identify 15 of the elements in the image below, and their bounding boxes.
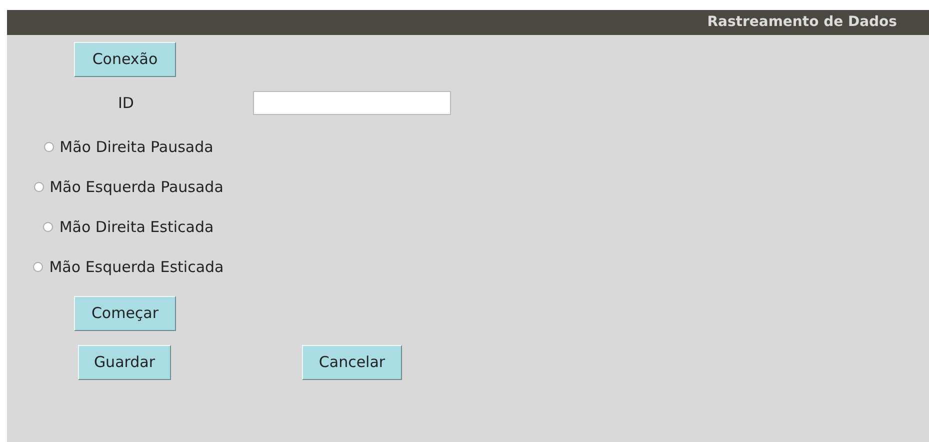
connect-button[interactable]: Conexão (74, 42, 176, 77)
window-title: Rastreamento de Dados (707, 13, 897, 32)
id-input-field[interactable] (253, 91, 451, 115)
radio-option[interactable]: Mão Direita Pausada (44, 136, 214, 158)
radio-button[interactable] (33, 262, 44, 272)
start-button[interactable]: Começar (74, 296, 176, 331)
radio-option[interactable]: Mão Esquerda Esticada (33, 256, 224, 278)
radio-button[interactable] (43, 222, 54, 232)
cancel-button[interactable]: Cancelar (302, 345, 402, 380)
radio-button[interactable] (44, 142, 54, 152)
radio-option[interactable]: Mão Direita Esticada (43, 216, 214, 238)
save-button[interactable]: Guardar (78, 345, 171, 380)
id-label: ID (118, 92, 135, 114)
radio-option[interactable]: Mão Esquerda Pausada (34, 176, 224, 198)
radio-button[interactable] (34, 182, 44, 192)
